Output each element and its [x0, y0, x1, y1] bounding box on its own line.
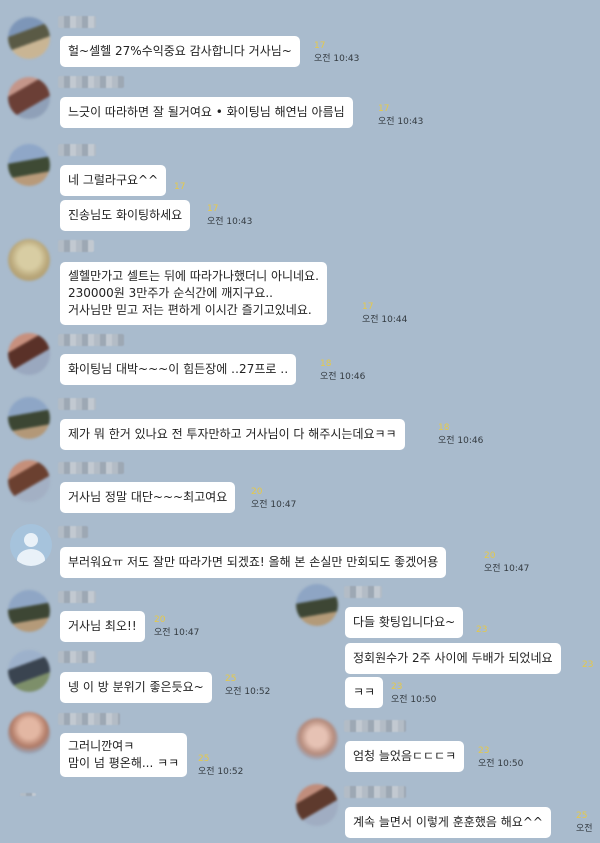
avatar[interactable]	[8, 397, 50, 439]
message-text: 거사님 정말 대단~~~최고여요	[68, 490, 228, 504]
message-text: 엄청 늘었음ㄷㄷㄷㅋ	[353, 749, 457, 763]
message-time: 오전 10:43	[207, 217, 253, 227]
sender-name	[58, 16, 96, 28]
message-text: 맘이 넘 평온해... ㅋㅋ	[68, 756, 180, 770]
message-time: 오전 10:47	[154, 628, 200, 638]
sender-name	[58, 144, 96, 156]
message-text: 제가 뭐 한거 있나요 전 투자만하고 거사님이 다 해주시는데요ㅋㅋ	[68, 427, 397, 441]
message-time: 오전	[576, 824, 593, 834]
message-bubble[interactable]: 제가 뭐 한거 있나요 전 투자만하고 거사님이 다 해주시는데요ㅋㅋ	[60, 419, 405, 450]
unread-count: 17	[207, 204, 219, 214]
message-text: 거사님만 믿고 저는 편하게 이시간 즐기고있네요.	[68, 303, 312, 317]
message-text: 넹 이 방 분위기 좋은듯요~	[68, 680, 204, 694]
unread-count: 18	[438, 423, 450, 433]
message-text: 진송님도 화이팅하세요	[68, 208, 183, 222]
message-time: 오전 10:46	[438, 436, 484, 446]
message-time: 오전 10:50	[391, 695, 437, 705]
message-time: 오전 10:52	[198, 767, 244, 777]
sender-name	[344, 586, 382, 598]
message-text: 네 그럴라구요^^	[68, 173, 159, 187]
message-bubble[interactable]: 넹 이 방 분위기 좋은듯요~	[60, 672, 212, 703]
message-time: 오전 10:47	[484, 564, 530, 574]
message-bubble[interactable]: 셀헬만가고 셀트는 뒤에 따라가나했더니 아니네요. 230000원 3만주가 …	[60, 262, 327, 325]
avatar[interactable]	[8, 712, 50, 754]
sender-name	[58, 76, 124, 88]
unread-count: 23	[391, 682, 403, 692]
sender-name	[58, 334, 124, 346]
message-text: 230000원 3만주가 순식간에 깨지구요..	[68, 286, 273, 300]
unread-count: 18	[320, 359, 332, 369]
avatar[interactable]	[8, 333, 50, 375]
message-bubble[interactable]: 정회원수가 2주 사이에 두배가 되었네요	[345, 643, 561, 674]
message-bubble[interactable]: 거사님 정말 대단~~~최고여요	[60, 482, 236, 513]
avatar[interactable]	[8, 590, 50, 632]
sender-name	[58, 526, 88, 538]
message-bubble[interactable]: 다들 홧팅입니다요~	[345, 607, 464, 638]
message-text: 화이팅님 대박~~~이 힘든장에 ‥27프로 ‥	[68, 362, 289, 376]
avatar[interactable]	[8, 650, 50, 692]
sender-name	[58, 398, 96, 410]
sender-name	[58, 713, 120, 725]
sender-name	[58, 240, 94, 252]
unread-count: 25	[576, 811, 588, 821]
sender-name	[20, 793, 36, 796]
unread-count: 23	[582, 660, 594, 670]
message-text: 그러니깐여ㅋ	[68, 739, 135, 753]
message-time: 오전 10:43	[314, 54, 360, 64]
message-bubble[interactable]: 거사님 최오!!	[60, 611, 145, 642]
message-bubble[interactable]: 부러워요ㅠ 저도 잘만 따라가면 되겠죠! 올해 본 손실만 만회되도 좋겠어용	[60, 547, 447, 578]
message-bubble[interactable]: 계속 늘면서 이렇게 훈훈했음 해요^^	[345, 807, 551, 838]
message-time: 오전 10:47	[251, 500, 297, 510]
avatar[interactable]	[8, 239, 50, 281]
unread-count: 25	[198, 754, 210, 764]
avatar[interactable]	[8, 17, 50, 59]
avatar[interactable]	[296, 784, 338, 826]
message-bubble[interactable]: 그러니깐여ㅋ 맘이 넘 평온해... ㅋㅋ	[60, 733, 188, 777]
avatar[interactable]	[10, 524, 52, 566]
avatar[interactable]	[296, 584, 338, 626]
message-text: 셀헬만가고 셀트는 뒤에 따라가나했더니 아니네요.	[68, 269, 319, 283]
default-avatar-head	[24, 533, 38, 547]
message-bubble[interactable]: 화이팅님 대박~~~이 힘든장에 ‥27프로 ‥	[60, 354, 297, 385]
message-text: 헐~셀헬 27%수익중요 감사합니다 거사님~	[68, 44, 292, 58]
message-bubble[interactable]: 네 그럴라구요^^	[60, 165, 167, 196]
unread-count: 17	[314, 41, 326, 51]
message-time: 오전 10:52	[225, 687, 271, 697]
message-text: 계속 늘면서 이렇게 훈훈했음 해요^^	[353, 815, 543, 829]
message-text: 부러워요ㅠ 저도 잘만 따라가면 되겠죠! 올해 본 손실만 만회되도 좋겠어용	[68, 555, 439, 569]
sender-name	[58, 462, 124, 474]
sender-name	[58, 651, 96, 663]
unread-count: 23	[476, 625, 488, 635]
message-text: ㅋㅋ	[353, 685, 376, 699]
message-text: 정회원수가 2주 사이에 두배가 되었네요	[353, 651, 553, 665]
unread-count: 17	[362, 302, 374, 312]
unread-count: 17	[378, 104, 390, 114]
unread-count: 25	[225, 674, 237, 684]
avatar[interactable]	[8, 460, 50, 502]
sender-name	[344, 786, 406, 798]
message-text: 거사님 최오!!	[68, 619, 137, 633]
unread-count: 17	[174, 182, 186, 192]
message-bubble[interactable]: ㅋㅋ	[345, 677, 384, 708]
message-text: 다들 홧팅입니다요~	[353, 615, 456, 629]
message-bubble[interactable]: 헐~셀헬 27%수익중요 감사합니다 거사님~	[60, 36, 300, 67]
message-time: 오전 10:44	[362, 315, 408, 325]
message-bubble[interactable]: 느긋이 따라하면 잘 될거여요 • 화이팅님 해연님 아름님	[60, 97, 353, 128]
unread-count: 23	[478, 746, 490, 756]
sender-name	[58, 591, 96, 603]
message-bubble[interactable]: 진송님도 화이팅하세요	[60, 200, 191, 231]
avatar[interactable]	[8, 77, 50, 119]
sender-name	[344, 720, 406, 732]
message-text: 느긋이 따라하면 잘 될거여요 • 화이팅님 해연님 아름님	[68, 105, 345, 119]
unread-count: 20	[154, 615, 166, 625]
avatar[interactable]	[8, 144, 50, 186]
unread-count: 20	[484, 551, 496, 561]
message-time: 오전 10:46	[320, 372, 366, 382]
message-time: 오전 10:43	[378, 117, 424, 127]
unread-count: 20	[251, 487, 263, 497]
default-avatar-shoulders	[17, 549, 45, 566]
avatar[interactable]	[296, 718, 338, 760]
message-time: 오전 10:50	[478, 759, 524, 769]
message-bubble[interactable]: 엄청 늘었음ㄷㄷㄷㅋ	[345, 741, 465, 772]
